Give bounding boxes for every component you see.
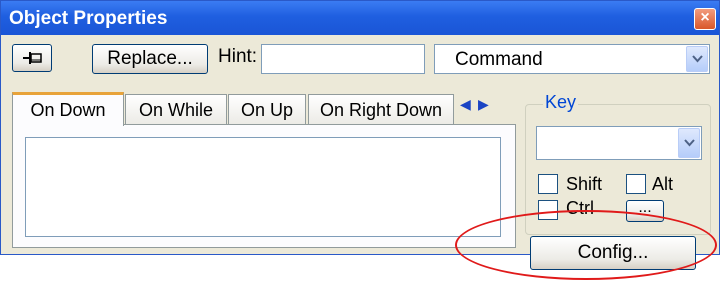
replace-button[interactable]: Replace... [92,44,208,74]
key-group-label: Key [543,92,579,113]
pin-icon [23,52,42,64]
hint-label: Hint: [218,46,258,67]
tab-on-down[interactable]: On Down [12,92,124,126]
alt-label: Alt [652,174,674,194]
command-dropdown-button[interactable] [686,46,708,72]
shift-label: Shift [566,174,603,194]
event-tabs: On Down On While On Up On Right Down ◀ ▶ [12,92,516,256]
titlebar[interactable]: Object Properties × [1,1,719,35]
tab-on-while[interactable]: On While [125,94,227,124]
hint-input[interactable] [261,44,425,74]
tab-on-right-down[interactable]: On Right Down [308,94,454,124]
chevron-down-icon [684,139,695,147]
command-list[interactable] [25,137,501,237]
close-button[interactable]: × [694,8,716,30]
chevron-down-icon [692,55,703,63]
tab-scroll-left-icon[interactable]: ◀ [460,96,471,113]
close-icon: × [700,9,710,26]
alt-checkbox[interactable] [626,174,646,194]
tab-on-up[interactable]: On Up [228,94,306,124]
shift-checkbox[interactable] [538,174,558,194]
tab-scroll-right-icon[interactable]: ▶ [478,96,489,113]
highlight-circle [455,210,717,280]
key-select[interactable] [536,126,702,160]
tab-scroll-buttons: ◀ ▶ [454,94,498,118]
command-select[interactable]: Command [434,44,710,74]
pin-button[interactable] [12,44,52,72]
command-select-value: Command [455,49,543,70]
window-title: Object Properties [9,8,168,29]
tab-panel [12,124,516,248]
key-dropdown-button[interactable] [678,128,700,158]
